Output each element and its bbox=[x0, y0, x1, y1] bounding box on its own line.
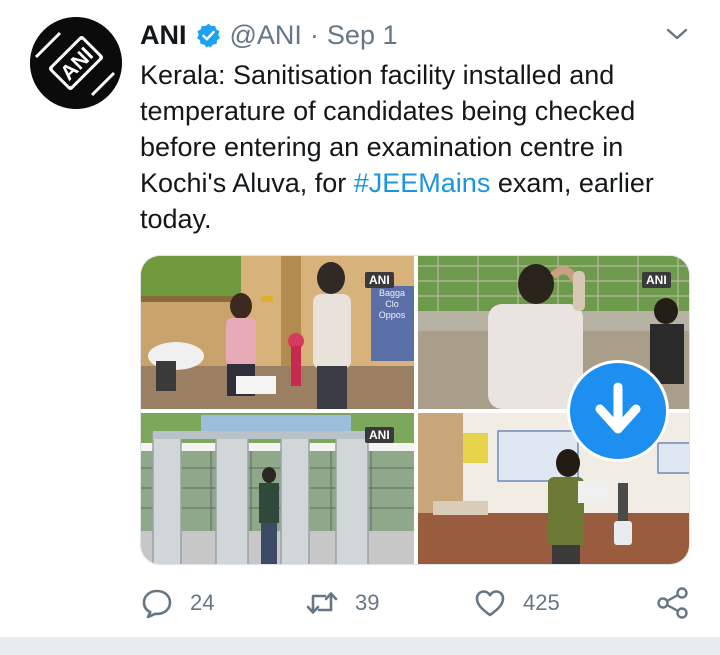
hashtag-link[interactable]: #JEEMains bbox=[354, 168, 491, 198]
sign-line: Bagga bbox=[378, 288, 406, 298]
separator-dot: · bbox=[309, 19, 319, 50]
tweet-date[interactable]: Sep 1 bbox=[327, 20, 398, 51]
ani-watermark: ANI bbox=[365, 272, 394, 288]
ani-watermark: ANI bbox=[642, 272, 671, 288]
sign-line: Clo bbox=[385, 299, 399, 309]
tweet-text: Kerala: Sanitisation facility installed … bbox=[140, 57, 700, 237]
verified-badge-icon bbox=[195, 22, 222, 49]
retweet-icon bbox=[306, 592, 338, 614]
like-button[interactable]: 425 bbox=[473, 585, 560, 621]
reply-icon bbox=[142, 589, 172, 619]
retweet-button[interactable]: 39 bbox=[305, 585, 379, 621]
sign-line: Oppos bbox=[378, 310, 406, 320]
tweet-card[interactable]: ANI ANI @ANI · Sep 1 Kerala: Sanitisatio… bbox=[0, 0, 720, 640]
download-arrow-icon bbox=[595, 382, 641, 434]
bottom-separator bbox=[0, 637, 720, 655]
heart-icon bbox=[475, 590, 505, 617]
download-button[interactable] bbox=[567, 360, 669, 462]
author-name[interactable]: ANI bbox=[140, 20, 187, 51]
share-icon bbox=[657, 587, 688, 619]
photo-3[interactable]: ANI bbox=[141, 413, 414, 564]
reply-count: 24 bbox=[190, 590, 215, 615]
like-count: 425 bbox=[523, 590, 560, 615]
share-button[interactable] bbox=[656, 585, 690, 621]
ani-watermark: ANI bbox=[365, 427, 394, 443]
sign-text: Bagga Clo Oppos bbox=[372, 288, 412, 321]
photo-1[interactable]: ANI Bagga Clo Oppos bbox=[141, 256, 414, 409]
chevron-down-icon[interactable] bbox=[664, 24, 690, 44]
tweet-header: ANI @ANI · Sep 1 bbox=[140, 16, 397, 54]
reply-button[interactable]: 24 bbox=[140, 585, 214, 621]
tweet-actions: 24 39 425 bbox=[140, 585, 700, 621]
avatar[interactable]: ANI bbox=[30, 17, 122, 109]
retweet-count: 39 bbox=[355, 590, 380, 615]
author-handle[interactable]: @ANI bbox=[230, 20, 302, 51]
